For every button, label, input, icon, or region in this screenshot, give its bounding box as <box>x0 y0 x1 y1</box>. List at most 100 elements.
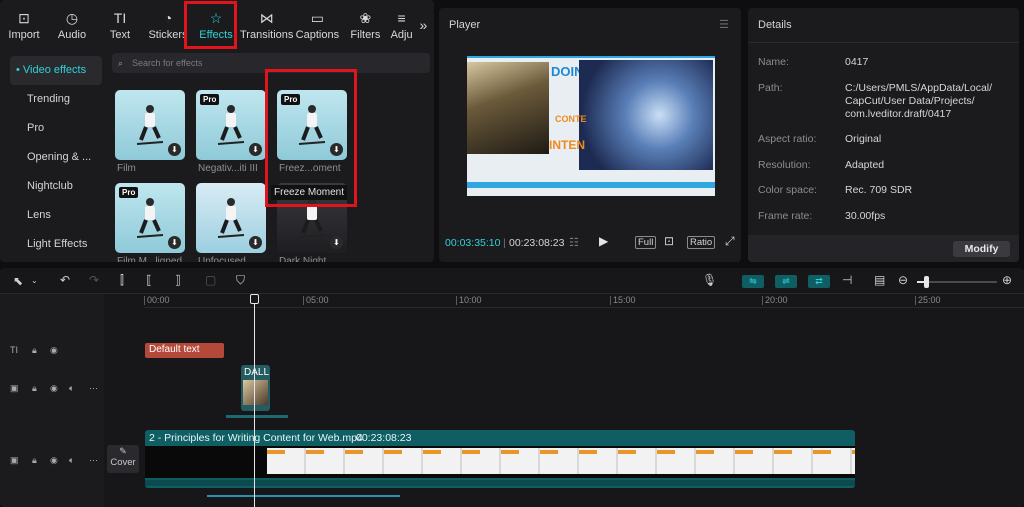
search-input[interactable]: ⌕ Search for effects <box>112 53 430 73</box>
current-time: 00:03:35:10 <box>445 237 501 249</box>
sidebar-item[interactable]: Nightclub <box>10 172 102 201</box>
tab-audio[interactable]: ◷ Audio <box>48 0 96 50</box>
undo-icon[interactable]: ↶ <box>60 273 70 287</box>
edit-icon: ✎ <box>119 446 127 456</box>
select-tool-icon[interactable]: ⬉ <box>13 274 23 288</box>
tab-transitions[interactable]: ⋈ Transitions <box>240 0 293 50</box>
details-title: Details <box>758 19 792 31</box>
tab-label: Captions <box>295 29 340 41</box>
search-placeholder: Search for effects <box>132 58 203 68</box>
visibility-icon[interactable]: ◉ <box>50 383 58 394</box>
fullscreen-icon[interactable]: ⤢ <box>725 234 735 249</box>
lock-icon[interactable]: 🔒︎ <box>32 345 37 356</box>
tab-filters[interactable]: ❀ Filters <box>341 0 389 50</box>
effect-card[interactable]: ⬇ <box>115 90 185 160</box>
caption-tool-icon[interactable]: ▤ <box>874 273 885 287</box>
text-clip[interactable]: Default text <box>145 343 224 358</box>
skater-figure <box>298 198 326 238</box>
effects-category-sidebar: • Video effects Trending Pro Opening & ... N… <box>10 56 102 259</box>
detail-value: Original <box>845 133 882 145</box>
zoom-slider[interactable] <box>917 276 997 288</box>
main-track-magnet-icon[interactable]: ⇋ <box>742 275 764 288</box>
download-icon[interactable]: ⬇ <box>168 236 181 249</box>
details-panel: Details Name: 0417 Path: C:/Users/PMLS/AppD… <box>748 8 1019 262</box>
player-title: Player <box>449 19 481 31</box>
cover-button[interactable]: ✎ Cover <box>107 445 139 473</box>
ruler-tick-mark <box>144 296 145 305</box>
tab-captions[interactable]: ▭ Captions <box>293 0 341 50</box>
ratio-button[interactable]: Ratio <box>687 236 716 249</box>
playhead-handle[interactable] <box>250 294 259 304</box>
redo-icon[interactable]: ↷ <box>89 273 99 287</box>
zoom-fit-icon[interactable]: ⊡ <box>664 234 674 248</box>
split-right-icon[interactable]: ⟧ <box>175 273 181 287</box>
ruler-tick-mark <box>610 296 611 305</box>
preview-axis-icon[interactable]: ⊣ <box>842 273 852 287</box>
more-options-icon[interactable]: ⋯ <box>89 455 98 466</box>
sidebar-item[interactable]: • Video effects <box>10 56 102 85</box>
adjust-icon: ≡ <box>397 10 406 26</box>
skater-figure <box>136 105 164 145</box>
playhead[interactable] <box>254 300 255 507</box>
more-tabs-icon[interactable]: » <box>414 0 433 50</box>
download-icon[interactable]: ⬇ <box>249 236 262 249</box>
ruler-tick: 20:00 <box>765 295 788 305</box>
tab-text[interactable]: TI Text <box>96 0 144 50</box>
linkage-icon[interactable]: ⇄ <box>808 275 830 288</box>
tab-adju[interactable]: ≡ Adju <box>389 0 413 50</box>
download-icon[interactable]: ⬇ <box>330 143 343 156</box>
full-button[interactable]: Full <box>635 236 657 249</box>
ruler-tick-mark <box>915 296 916 305</box>
player-menu-icon[interactable]: ☰ <box>719 18 729 31</box>
more-options-icon[interactable]: ⋯ <box>89 383 98 394</box>
effect-card[interactable]: Pro ⬇ <box>277 90 347 160</box>
effects-icon: ☆ <box>209 10 223 26</box>
effect-card[interactable]: ⬇ <box>196 183 266 253</box>
zoom-slider-handle[interactable] <box>924 276 929 288</box>
sidebar-item[interactable]: Lens <box>10 201 102 230</box>
detail-value: Rec. 709 SDR <box>845 184 913 196</box>
auto-snap-icon[interactable]: ⇌ <box>775 275 797 288</box>
text-track-icon: TI <box>10 345 18 355</box>
marker-icon[interactable]: ⛉ <box>236 273 245 288</box>
split-left-icon[interactable]: ⟦ <box>146 273 152 287</box>
tab-import[interactable]: ⊡ Import <box>0 0 48 50</box>
download-icon[interactable]: ⬇ <box>330 236 343 249</box>
zoom-in-icon[interactable]: ⊕ <box>1002 273 1012 287</box>
effect-card[interactable]: Pro ⬇ <box>196 90 266 160</box>
sidebar-item[interactable]: Pro <box>10 114 102 143</box>
microphone-icon[interactable]: 🎙 <box>702 273 717 287</box>
modify-button[interactable]: Modify <box>953 241 1010 257</box>
tab-effects[interactable]: ☆ Effects <box>192 0 240 50</box>
lock-icon[interactable]: 🔒︎ <box>32 383 37 394</box>
tab-label: Audio <box>57 29 87 41</box>
visibility-icon[interactable]: ◉ <box>50 345 58 356</box>
main-video-clip[interactable]: 2 - Principles for Writing Content for W… <box>145 430 855 488</box>
sidebar-item[interactable]: Light Effects <box>10 230 102 259</box>
delete-icon[interactable]: ▢ <box>205 273 216 287</box>
tab-stickers[interactable]: ◔ Stickers <box>144 0 192 50</box>
main-clip-duration: 00:23:08:23 <box>356 432 412 444</box>
chevron-down-icon[interactable]: ⌄ <box>31 276 38 285</box>
tab-label: Transitions <box>240 29 294 41</box>
filters-icon: ❀ <box>359 10 372 26</box>
download-icon[interactable]: ⬇ <box>249 143 262 156</box>
sticker-clip[interactable]: DALL· <box>241 365 270 411</box>
sidebar-item[interactable]: Trending <box>10 85 102 114</box>
detail-label: Aspect ratio: <box>758 133 817 145</box>
download-icon[interactable]: ⬇ <box>168 143 181 156</box>
audio-lane-bar <box>207 495 400 497</box>
player-panel: Player ☰ DOING CONTE INTEN 00:03:35:10 |… <box>439 8 741 262</box>
effect-card[interactable]: Pro ⬇ <box>115 183 185 253</box>
lock-icon[interactable]: 🔒︎ <box>32 455 37 466</box>
split-icon[interactable]: ⫿ <box>120 273 124 288</box>
sidebar-item[interactable]: Opening & ... <box>10 143 102 172</box>
ruler-tick: 15:00 <box>613 295 636 305</box>
zoom-out-icon[interactable]: ⊖ <box>898 273 908 287</box>
audio-mute-icon[interactable]: 🔈︎ <box>69 383 74 394</box>
timeline-list-icon[interactable]: ☷ <box>569 236 579 249</box>
play-button[interactable]: ▶ <box>599 234 608 248</box>
audio-mute-icon[interactable]: 🔈︎ <box>69 455 74 466</box>
media-toolbar: ⊡ Import ◷ Audio TI Text ◔ Stickers ☆ Effects ⋈ Tra… <box>0 0 433 50</box>
visibility-icon[interactable]: ◉ <box>50 455 58 466</box>
